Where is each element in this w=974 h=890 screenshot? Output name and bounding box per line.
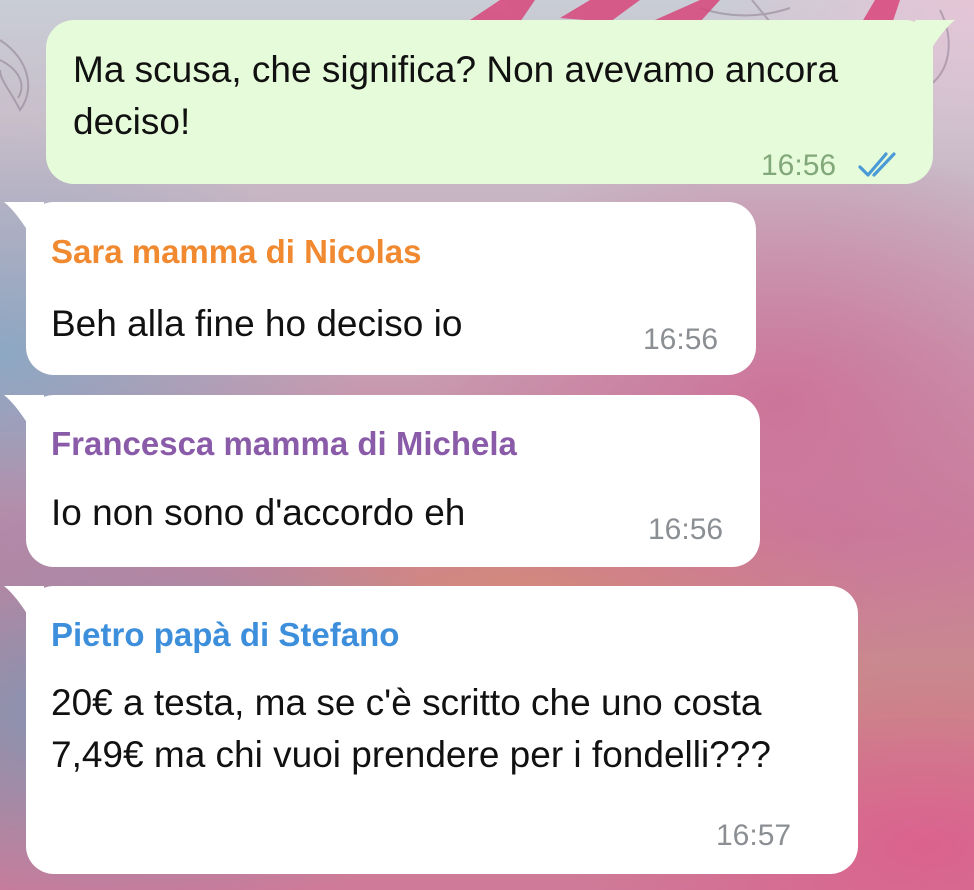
- message-time: 16:56: [643, 323, 719, 356]
- message-text: Beh alla fine ho deciso io: [51, 303, 463, 344]
- incoming-message-bubble[interactable]: Francesca mamma di Michela Io non sono d…: [4, 395, 760, 567]
- sender-name[interactable]: Francesca mamma di Michela: [51, 425, 517, 463]
- bubble-tail: [4, 586, 44, 618]
- message-time: 16:56: [648, 513, 724, 546]
- double-check-icon: [858, 152, 896, 177]
- bubble-tail: [915, 20, 955, 52]
- message-text: Ma scusa, che significa? Non avevamo anc…: [73, 49, 839, 142]
- bubble-tail: [4, 395, 44, 427]
- message-time: 16:57: [716, 819, 792, 852]
- message-text: 20€ a testa, ma se c'è scritto che uno c…: [51, 682, 771, 775]
- bubble-tail: [4, 202, 44, 234]
- sender-name[interactable]: Pietro papà di Stefano: [51, 616, 399, 654]
- message-text: Io non sono d'accordo eh: [51, 492, 466, 533]
- incoming-message-bubble[interactable]: Pietro papà di Stefano 20€ a testa, ma s…: [4, 586, 858, 874]
- outgoing-message-bubble[interactable]: Ma scusa, che significa? Non avevamo anc…: [46, 20, 955, 184]
- message-time: 16:56: [761, 149, 837, 182]
- incoming-message-bubble[interactable]: Sara mamma di Nicolas Beh alla fine ho d…: [4, 202, 756, 375]
- sender-name[interactable]: Sara mamma di Nicolas: [51, 233, 422, 271]
